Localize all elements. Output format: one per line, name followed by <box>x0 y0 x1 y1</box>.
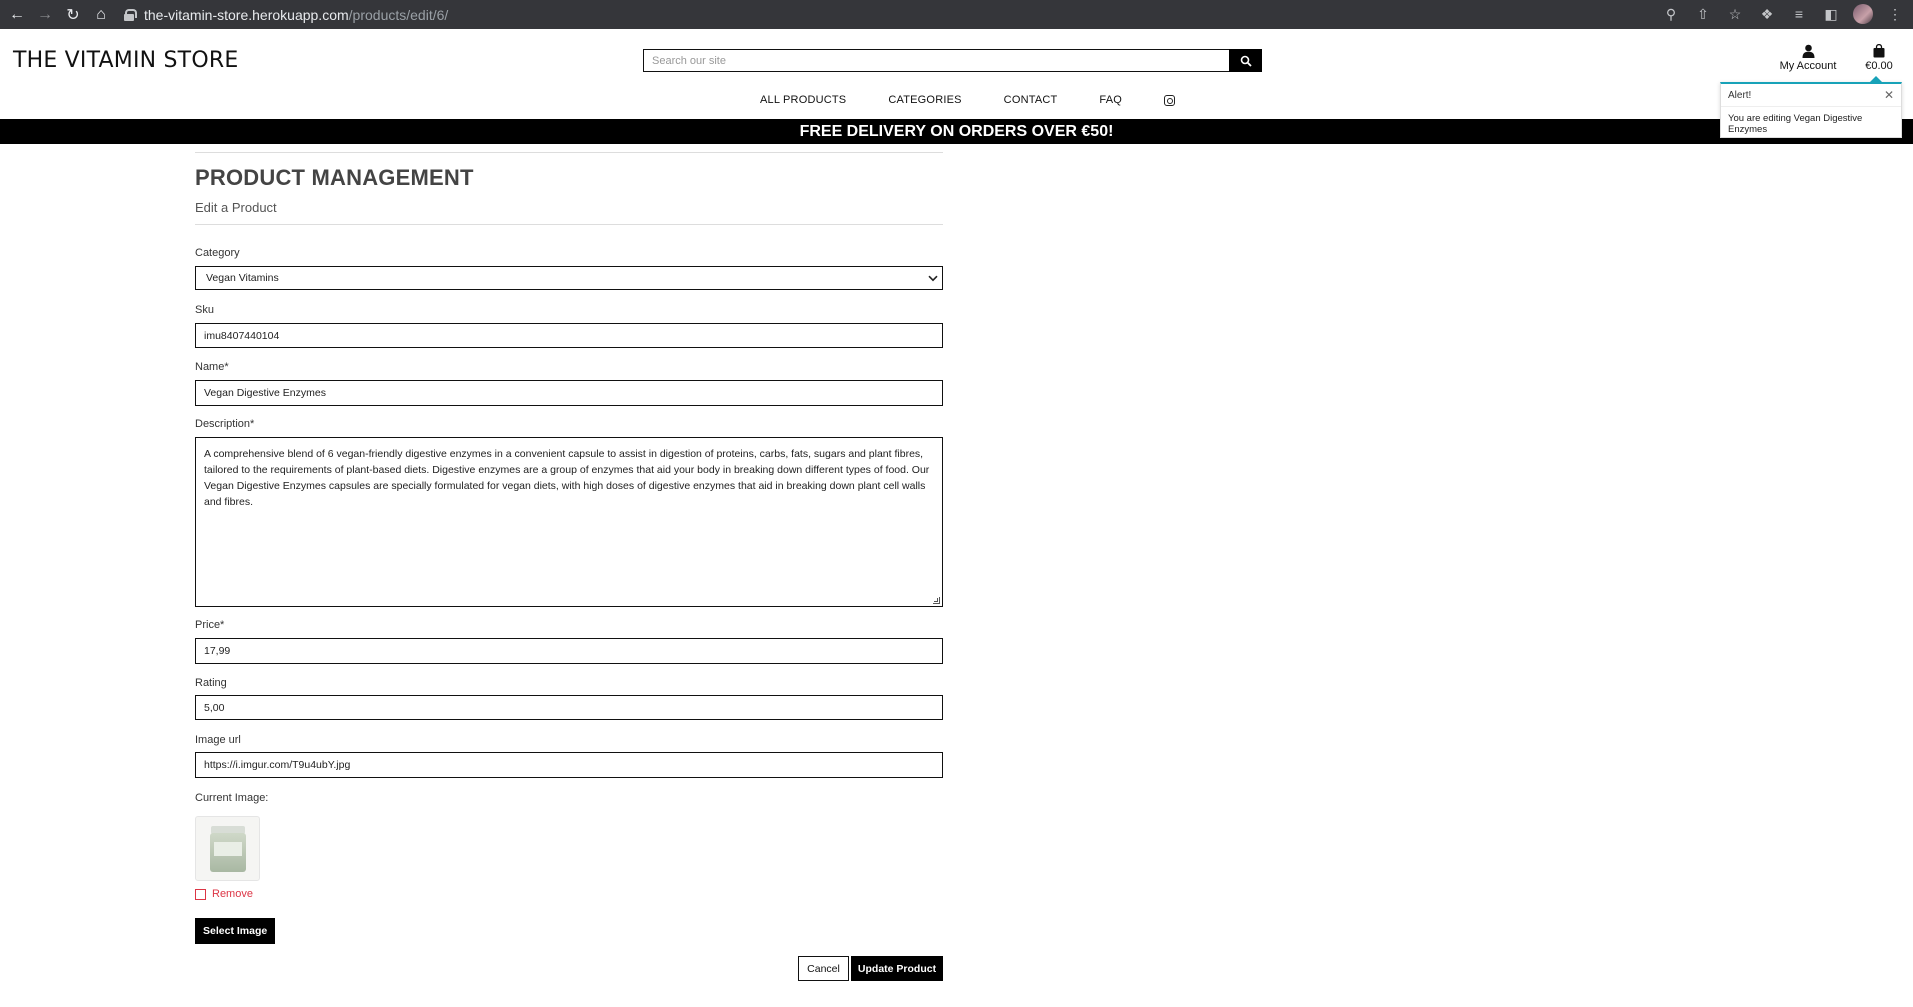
nav-categories[interactable]: CATEGORIES <box>888 94 961 106</box>
image-url-field: Image url https://i.imgur.com/T9u4ubY.jp… <box>195 734 943 778</box>
image-url-label: Image url <box>195 734 241 746</box>
search-button[interactable] <box>1229 49 1262 72</box>
search-icon <box>1240 55 1252 67</box>
toast-arrow <box>1870 76 1882 82</box>
kebab-menu-icon[interactable]: ⋮ <box>1885 4 1905 24</box>
nav-faq[interactable]: FAQ <box>1099 94 1122 106</box>
chevron-down-icon <box>928 275 938 281</box>
share-icon[interactable]: ⇧ <box>1693 4 1713 24</box>
category-select[interactable]: Vegan Vitamins <box>195 266 943 290</box>
product-management-section: PRODUCT MANAGEMENT Edit a Product Catego… <box>195 152 943 981</box>
lock-icon <box>124 8 137 21</box>
toast-header: Alert! ✕ <box>1721 84 1901 107</box>
remove-label: Remove <box>212 888 253 900</box>
close-icon[interactable]: ✕ <box>1884 88 1894 102</box>
resize-handle-icon[interactable] <box>933 597 940 604</box>
my-account-label: My Account <box>1779 60 1837 72</box>
search-input[interactable] <box>643 49 1229 72</box>
rating-label: Rating <box>195 677 227 689</box>
nav-contact[interactable]: CONTACT <box>1004 94 1058 106</box>
rating-input[interactable]: 5,00 <box>195 695 943 720</box>
zoom-icon[interactable]: ⚲ <box>1661 4 1681 24</box>
user-icon <box>1802 44 1814 58</box>
star-icon[interactable]: ☆ <box>1725 4 1745 24</box>
current-image-label: Current Image: <box>195 792 269 804</box>
forward-arrow-icon[interactable]: → <box>34 4 56 26</box>
price-input[interactable]: 17,99 <box>195 638 943 664</box>
rating-field: Rating 5,00 <box>195 677 943 720</box>
search-form <box>643 49 1262 72</box>
page-title: PRODUCT MANAGEMENT <box>195 165 474 190</box>
divider <box>195 152 943 153</box>
extensions-icon[interactable]: ❖ <box>1757 4 1777 24</box>
update-product-button[interactable]: Update Product <box>851 956 943 981</box>
image-url-input[interactable]: https://i.imgur.com/T9u4ubY.jpg <box>195 752 943 778</box>
remove-image-option[interactable]: Remove <box>195 888 253 900</box>
category-selected-value: Vegan Vitamins <box>206 272 279 284</box>
sku-input[interactable]: imu8407440104 <box>195 323 943 348</box>
category-field: Category Vegan Vitamins <box>195 247 943 290</box>
price-field: Price* 17,99 <box>195 619 943 664</box>
instagram-icon[interactable] <box>1164 94 1176 106</box>
name-label: Name* <box>195 361 229 373</box>
sku-field: Sku imu8407440104 <box>195 304 943 348</box>
divider <box>195 224 943 225</box>
shopping-bag-link[interactable]: €0.00 <box>1862 44 1896 72</box>
bag-total: €0.00 <box>1865 60 1893 72</box>
side-panel-icon[interactable]: ◧ <box>1821 4 1841 24</box>
name-field: Name* Vegan Digestive Enzymes <box>195 361 943 406</box>
sku-label: Sku <box>195 304 214 316</box>
address-bar[interactable]: the-vitamin-store.herokuapp.com/products… <box>124 7 448 23</box>
category-label: Category <box>195 247 240 259</box>
shopping-bag-icon <box>1873 44 1885 58</box>
url-path: /products/edit/6/ <box>348 6 449 23</box>
back-arrow-icon[interactable]: ← <box>6 4 28 26</box>
price-label: Price* <box>195 619 225 631</box>
description-field: Description* A comprehensive blend of 6 … <box>195 418 943 607</box>
toast-title: Alert! <box>1728 89 1752 101</box>
current-image-thumbnail[interactable] <box>195 816 260 881</box>
home-icon[interactable]: ⌂ <box>90 4 112 26</box>
reading-list-icon[interactable]: ≡ <box>1789 4 1809 24</box>
select-image-button[interactable]: Select Image <box>195 918 276 944</box>
delivery-banner: FREE DELIVERY ON ORDERS OVER €50! <box>0 119 1913 144</box>
name-input[interactable]: Vegan Digestive Enzymes <box>195 380 943 406</box>
site-logo[interactable]: THE VITAMIN STORE <box>13 48 238 73</box>
my-account-link[interactable]: My Account <box>1775 44 1841 72</box>
alert-toast: Alert! ✕ You are editing Vegan Digestive… <box>1720 76 1902 138</box>
description-text: A comprehensive blend of 6 vegan-friendl… <box>204 448 930 508</box>
toast-message: You are editing Vegan Digestive Enzymes <box>1728 113 1863 135</box>
url-host: the-vitamin-store.herokuapp.com <box>144 6 349 23</box>
nav-all-products[interactable]: ALL PRODUCTS <box>760 94 846 106</box>
description-textarea[interactable]: A comprehensive blend of 6 vegan-friendl… <box>195 437 943 607</box>
product-jar-image <box>209 825 246 872</box>
description-label: Description* <box>195 418 255 430</box>
cancel-button[interactable]: Cancel <box>798 956 849 981</box>
profile-avatar[interactable] <box>1853 4 1873 24</box>
page-subtitle: Edit a Product <box>195 200 277 215</box>
browser-toolbar: ← → ↻ ⌂ the-vitamin-store.herokuapp.com /… <box>0 0 1913 29</box>
main-nav: ALL PRODUCTS CATEGORIES CONTACT FAQ <box>760 94 1176 106</box>
remove-checkbox[interactable] <box>195 888 206 900</box>
reload-icon[interactable]: ↻ <box>62 4 84 26</box>
